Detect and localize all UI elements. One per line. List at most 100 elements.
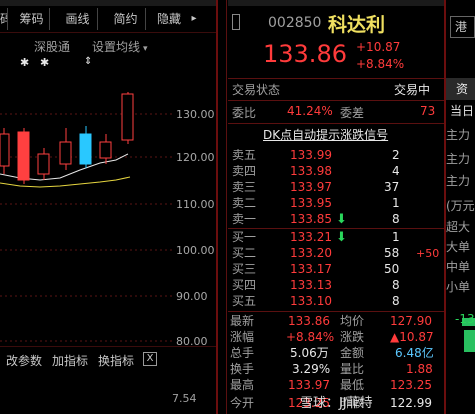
main-force-label: 主力	[446, 128, 471, 142]
order-price: 133.85	[290, 212, 332, 226]
order-volume: 8	[392, 294, 400, 308]
stat-label: 换手	[230, 362, 255, 376]
ma-settings-label: 设置均线	[92, 40, 141, 54]
kline-chart	[0, 92, 172, 342]
price-change: +10.87	[356, 40, 401, 54]
order-volume: 4	[392, 164, 400, 178]
order-volume: 1	[392, 196, 400, 210]
order-volume: 8	[392, 278, 400, 292]
stat-label: 最新	[230, 314, 255, 328]
stock-name[interactable]: 科达利	[328, 10, 385, 37]
stat-value: ▲10.87	[390, 330, 434, 344]
weibi-value: 41.24%	[287, 104, 333, 118]
order-label: 买一	[232, 230, 257, 244]
order-price: 133.17	[290, 262, 332, 276]
order-volume: 50	[384, 262, 400, 276]
y-axis-label: 100.00	[176, 244, 215, 257]
order-label: 卖二	[232, 196, 257, 210]
stat-value: 5.06万	[290, 346, 329, 360]
add-indicator-button[interactable]: 加指标	[52, 352, 88, 369]
order-price: 133.98	[290, 164, 332, 178]
stat-value: 123.25	[390, 378, 432, 392]
stat-value: +8.84%	[286, 330, 335, 344]
order-label: 卖五	[232, 148, 257, 162]
order-size-label: 大单	[446, 240, 471, 254]
today-tab[interactable]: 当日	[450, 102, 474, 119]
quote-divider	[228, 123, 444, 124]
order-price: 133.99	[290, 148, 332, 162]
quote-divider	[228, 78, 444, 79]
order-volume: 1	[392, 230, 400, 244]
chevron-down-icon: ▾	[143, 44, 148, 54]
price-change-pct: +8.84%	[356, 57, 405, 71]
draw-line-button[interactable]: 画线	[58, 8, 98, 30]
stat-value: 3.29%	[292, 362, 331, 376]
y-axis-label: 110.00	[176, 198, 215, 211]
stat-label: 金额	[340, 346, 365, 360]
code-prefix-icon	[232, 14, 240, 30]
order-volume: 8	[392, 212, 400, 226]
y-axis-label: 130.00	[176, 108, 215, 121]
status-value: 交易中	[394, 83, 431, 97]
stat-label: 均价	[340, 314, 365, 328]
stat-label: 量比	[340, 362, 365, 376]
order-price: 133.97	[290, 180, 332, 194]
star-marker-icon: ✱	[20, 56, 30, 69]
order-price: 133.20	[290, 246, 332, 260]
ma-settings-button[interactable]: 设置均线 ▾	[92, 38, 148, 55]
capital-tab[interactable]: 资	[446, 78, 475, 100]
order-price: 133.10	[290, 294, 332, 308]
toolbar-divider	[0, 32, 216, 33]
signal-title[interactable]: DK点自动提示涨跌信号	[263, 126, 388, 143]
main-force-label: 主力	[446, 174, 471, 188]
stat-label: 最高	[230, 378, 255, 392]
stat-label: 今开	[230, 396, 255, 410]
order-size-label: 超大	[446, 220, 471, 234]
order-volume: 2	[392, 148, 400, 162]
sector-link[interactable]: 深股通	[34, 38, 70, 55]
close-indicator-button[interactable]: X	[143, 352, 157, 366]
switch-indicator-button[interactable]: 换指标	[98, 352, 134, 369]
toolbar-cut-label[interactable]: 码	[0, 8, 8, 30]
simple-mode-button[interactable]: 简约	[106, 8, 146, 30]
edit-params-button[interactable]: 改参数	[6, 352, 42, 369]
order-label: 买二	[232, 246, 257, 260]
order-label: 买三	[232, 262, 257, 276]
stat-label: 涨跌	[340, 330, 365, 344]
order-size-label: 中单	[446, 260, 471, 274]
order-volume: 58	[384, 246, 400, 260]
weicha-value: 73	[420, 104, 436, 118]
stat-value: 6.48亿	[395, 346, 434, 360]
weibi-label: 委比	[232, 106, 257, 120]
indicator-divider	[0, 346, 216, 347]
updown-marker-icon: ⇕	[84, 56, 93, 67]
quote-divider	[228, 100, 444, 101]
hide-arrow-icon[interactable]: ▸	[188, 8, 200, 30]
weicha-label: 委差	[340, 106, 365, 120]
status-label: 交易状态	[232, 83, 281, 97]
order-delta: +50	[416, 247, 440, 260]
main-force-label: 主力	[446, 152, 471, 166]
order-label: 卖四	[232, 164, 257, 178]
panel-divider	[216, 0, 218, 414]
stat-label: 总手	[230, 346, 255, 360]
down-arrow-icon: ⬇	[336, 230, 347, 245]
order-volume: 37	[384, 180, 400, 194]
hide-button[interactable]: 隐藏	[150, 8, 188, 30]
order-size-label: 小单	[446, 280, 471, 294]
watermark: 雪球：JJ菲特	[300, 396, 373, 411]
star-marker-icon: ✱	[40, 56, 50, 69]
order-price: 133.95	[290, 196, 332, 210]
y-axis-label: 120.00	[176, 151, 215, 164]
stat-value: 122.99	[390, 396, 432, 410]
order-divider	[228, 311, 444, 312]
stat-label: 涨幅	[230, 330, 255, 344]
current-price: 133.86	[263, 40, 347, 68]
chip-distribution-button[interactable]: 筹码	[14, 8, 50, 30]
down-arrow-icon: ⬇	[336, 212, 347, 227]
unit-label: (万元	[446, 199, 475, 213]
order-label: 买四	[232, 278, 257, 292]
panel-divider	[226, 0, 227, 414]
flow-value: -13	[455, 312, 475, 326]
hk-button[interactable]: 港	[450, 16, 475, 38]
